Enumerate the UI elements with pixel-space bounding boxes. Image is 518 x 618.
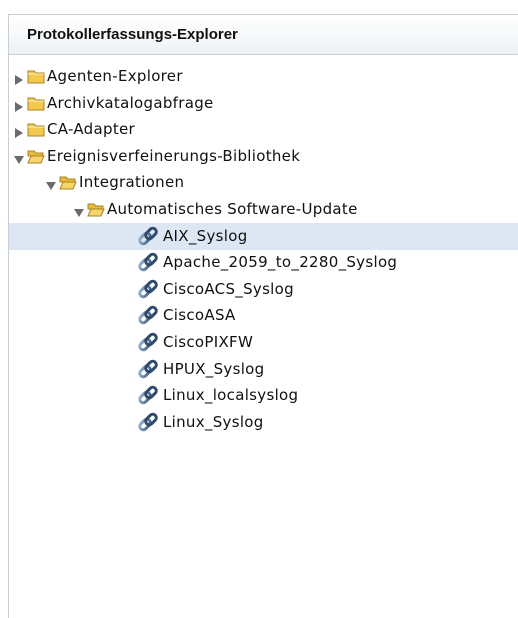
- tree-item-hpux-syslog[interactable]: HPUX_Syslog: [9, 356, 518, 383]
- tree-item-agenten-explorer[interactable]: Agenten-Explorer: [9, 63, 518, 90]
- tree-item-label: CiscoACS_Syslog: [163, 280, 294, 298]
- integration-link-icon: [136, 225, 160, 249]
- folder-open-icon: [59, 174, 77, 190]
- tree-item-label: AIX_Syslog: [163, 227, 248, 245]
- tree-item-integrationen[interactable]: Integrationen: [9, 169, 518, 196]
- expand-arrow-right-icon[interactable]: [13, 124, 25, 138]
- folder-open-icon: [87, 201, 105, 217]
- expand-arrow-right-icon[interactable]: [13, 71, 25, 85]
- integration-link-icon: [136, 304, 160, 328]
- tree-item-aix-syslog[interactable]: AIX_Syslog: [9, 223, 518, 250]
- expand-arrow-down-icon[interactable]: [13, 151, 25, 164]
- tree-item-ciscopixfw[interactable]: CiscoPIXFW: [9, 329, 518, 356]
- tree-item-apache-2059-to-2280-syslog[interactable]: Apache_2059_to_2280_Syslog: [9, 249, 518, 276]
- tree-item-label: Integrationen: [79, 173, 185, 191]
- tree-item-label: Linux_Syslog: [163, 413, 264, 431]
- tree-item-ereignisverfeinerungs-bibliothek[interactable]: Ereignisverfeinerungs-Bibliothek: [9, 143, 518, 170]
- expand-arrow-down-icon[interactable]: [73, 204, 85, 217]
- expand-arrow-down-icon[interactable]: [45, 177, 57, 190]
- integration-link-icon: [136, 411, 160, 435]
- tree-item-ciscoasa[interactable]: CiscoASA: [9, 302, 518, 329]
- tree-item-label: CiscoPIXFW: [163, 333, 254, 351]
- tree-item-label: HPUX_Syslog: [163, 360, 265, 378]
- integration-link-icon: [136, 358, 160, 382]
- tree-item-automatisches-software-update[interactable]: Automatisches Software-Update: [9, 196, 518, 223]
- tree-item-label: CA-Adapter: [47, 120, 135, 138]
- folder-closed-icon: [27, 68, 45, 84]
- integration-link-icon: [136, 331, 160, 355]
- tree-item-ca-adapter[interactable]: CA-Adapter: [9, 116, 518, 143]
- tree-item-linux-syslog[interactable]: Linux_Syslog: [9, 409, 518, 436]
- tree-item-label: Ereignisverfeinerungs-Bibliothek: [47, 147, 301, 165]
- integration-link-icon: [136, 384, 160, 408]
- panel-title: Protokollerfassungs-Explorer: [27, 26, 238, 43]
- tree-item-ciscoacs-syslog[interactable]: CiscoACS_Syslog: [9, 276, 518, 303]
- tree-item-label: Apache_2059_to_2280_Syslog: [163, 253, 398, 271]
- tree-item-label: Automatisches Software-Update: [107, 200, 358, 218]
- folder-closed-icon: [27, 95, 45, 111]
- integration-link-icon: [136, 278, 160, 302]
- tree-item-label: CiscoASA: [163, 306, 236, 324]
- panel-header: Protokollerfassungs-Explorer: [9, 15, 518, 55]
- folder-closed-icon: [27, 121, 45, 137]
- expand-arrow-right-icon[interactable]: [13, 98, 25, 112]
- tree-item-label: Archivkatalogabfrage: [47, 94, 214, 112]
- tree-item-archivkatalogabfrage[interactable]: Archivkatalogabfrage: [9, 90, 518, 117]
- tree-item-label: Agenten-Explorer: [47, 67, 183, 85]
- integration-link-icon: [136, 251, 160, 275]
- folder-open-icon: [27, 148, 45, 164]
- log-collection-explorer-panel: Protokollerfassungs-Explorer Agenten-Exp…: [8, 14, 518, 618]
- tree-item-linux-localsyslog[interactable]: Linux_localsyslog: [9, 382, 518, 409]
- tree-item-label: Linux_localsyslog: [163, 386, 299, 404]
